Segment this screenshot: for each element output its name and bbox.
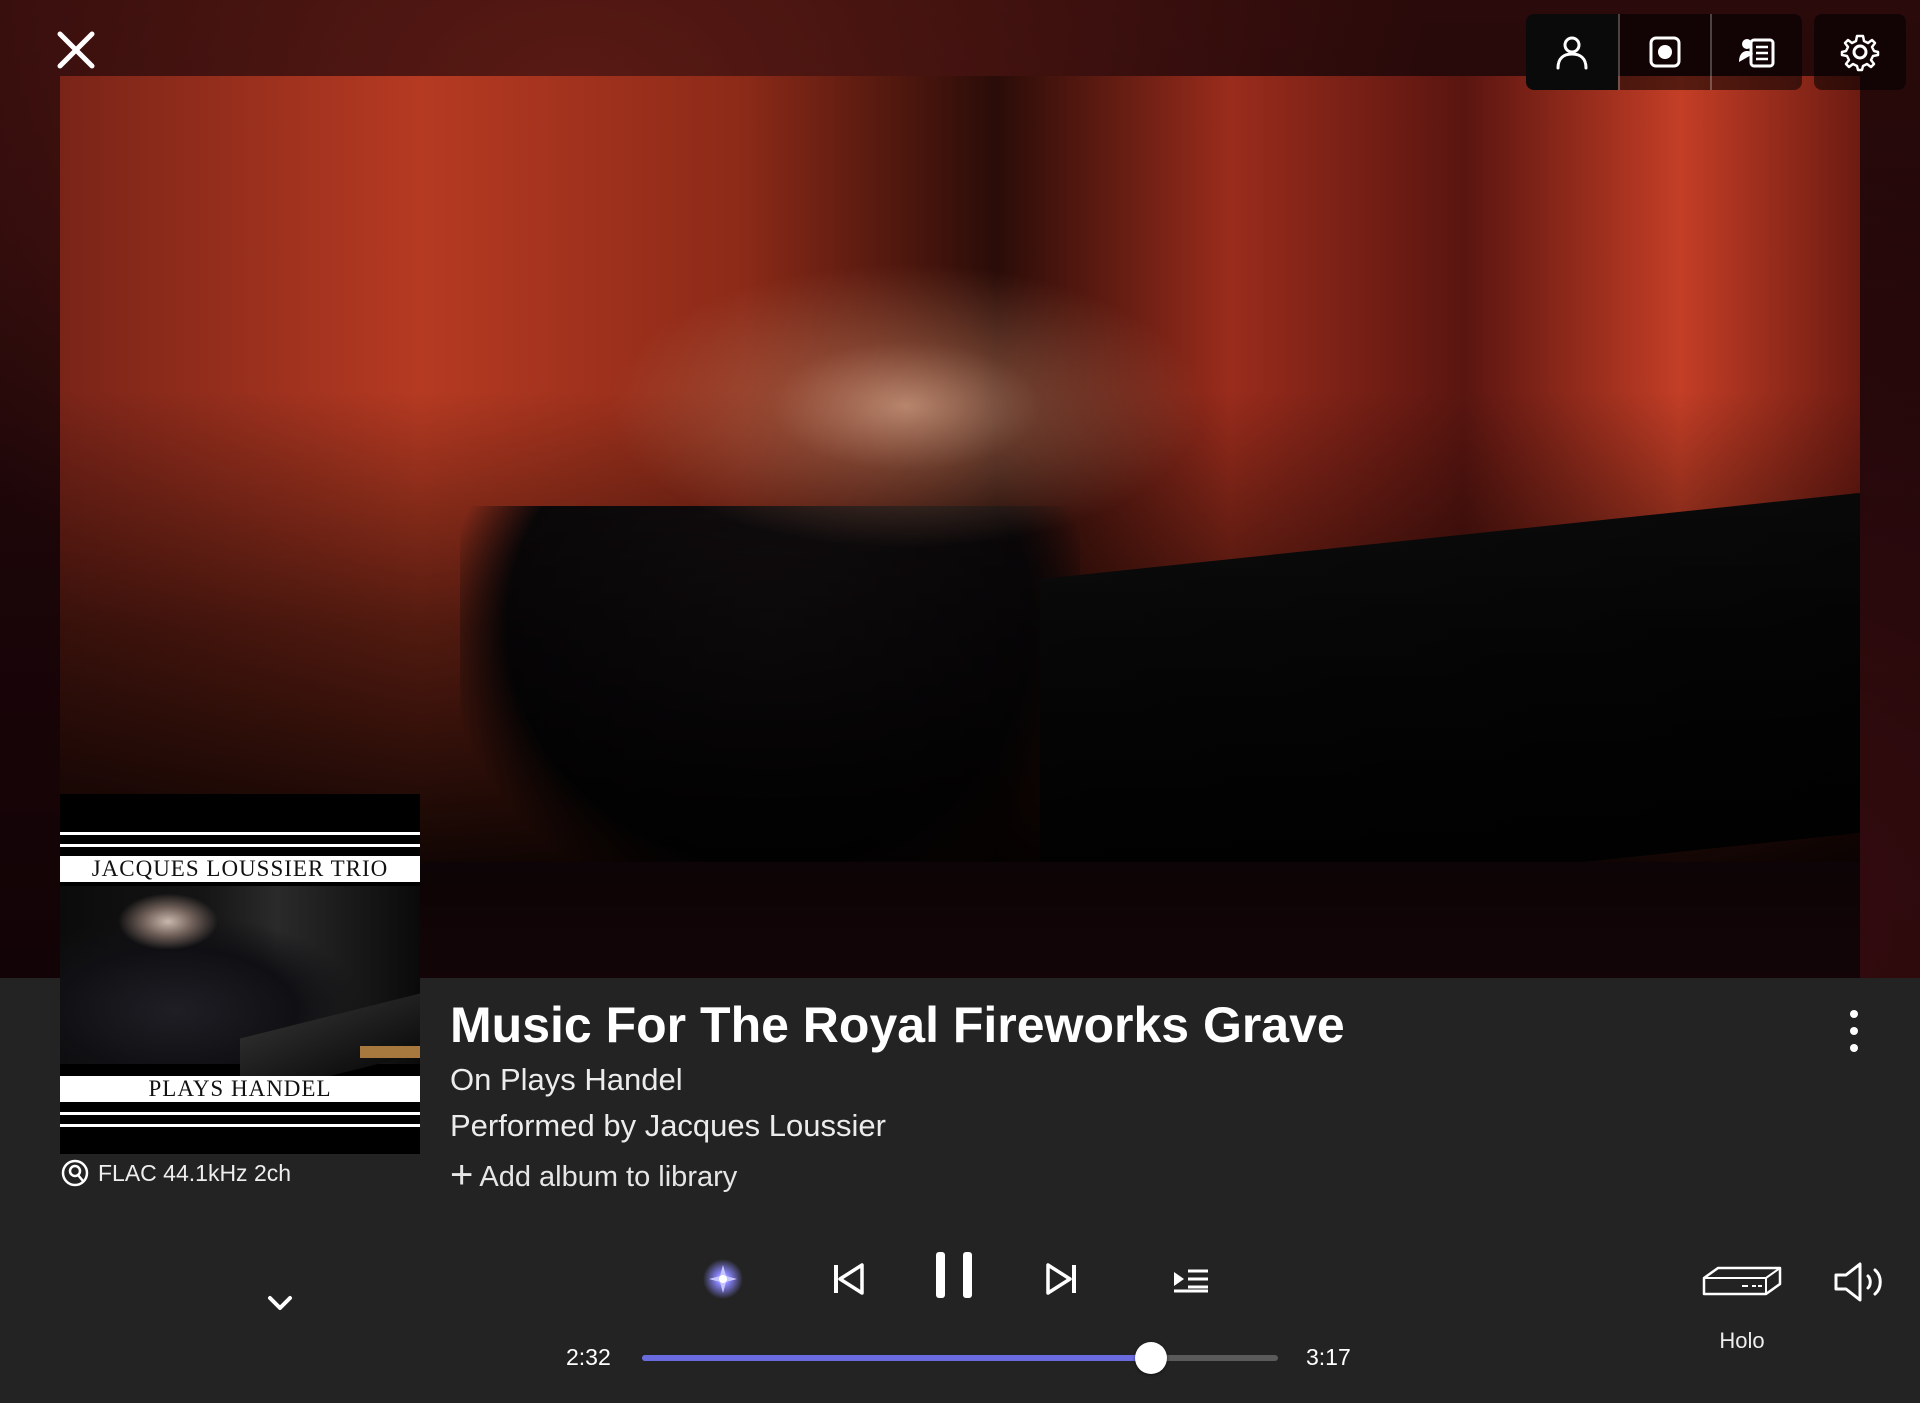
close-icon xyxy=(57,31,95,69)
credits-view-button[interactable] xyxy=(1710,14,1802,90)
album-art-photo xyxy=(60,886,420,1099)
queue-button[interactable] xyxy=(1166,1256,1216,1302)
volume-icon xyxy=(1834,1262,1882,1302)
seek-bar[interactable] xyxy=(642,1342,1278,1374)
more-options-button[interactable] xyxy=(1836,1008,1872,1054)
art-stripe xyxy=(60,1124,420,1127)
settings-icon xyxy=(1840,34,1880,72)
art-stripe xyxy=(60,1112,420,1115)
seek-bar-progress xyxy=(642,1355,1151,1361)
skip-previous-icon xyxy=(834,1263,864,1295)
elapsed-time: 2:32 xyxy=(566,1344,611,1370)
skip-next-icon xyxy=(1046,1263,1076,1295)
album-art-top-text: JACQUES LOUSSIER TRIO xyxy=(60,856,420,882)
album-art-bottom-text: PLAYS HANDEL xyxy=(60,1076,420,1102)
chevron-down-icon xyxy=(268,1296,292,1310)
photo-lighting xyxy=(60,76,1860,862)
album-link[interactable]: On Plays Handel xyxy=(450,1062,683,1098)
album-art[interactable]: JACQUES LOUSSIER TRIO PLAYS HANDEL xyxy=(60,794,420,1154)
add-album-to-library-button[interactable]: + Add album to library xyxy=(450,1153,738,1197)
radio-button[interactable] xyxy=(698,1254,748,1304)
zone-name: Holo xyxy=(1719,1328,1765,1353)
album-view-button[interactable] xyxy=(1618,14,1710,90)
play-pause-button[interactable] xyxy=(928,1246,980,1304)
art-stripe xyxy=(60,832,420,835)
artist-view-button[interactable] xyxy=(1526,14,1618,90)
audio-device-icon xyxy=(1702,1266,1782,1296)
seek-handle[interactable] xyxy=(1134,1342,1167,1374)
previous-track-button[interactable] xyxy=(824,1254,874,1304)
settings-button[interactable] xyxy=(1814,14,1906,90)
track-title: Music For The Royal Fireworks Grave xyxy=(450,997,1345,1053)
zone-selector-button[interactable] xyxy=(1700,1262,1784,1302)
lyrics-credits-icon xyxy=(1739,38,1775,68)
collapse-button[interactable] xyxy=(262,1290,298,1318)
volume-button[interactable] xyxy=(1832,1258,1890,1306)
pause-icon xyxy=(936,1252,972,1298)
signal-path-icon xyxy=(61,1159,89,1187)
album-art-wood xyxy=(360,1046,420,1058)
art-stripe xyxy=(60,844,420,847)
more-dot xyxy=(1850,1027,1858,1035)
next-track-button[interactable] xyxy=(1036,1254,1086,1304)
close-button[interactable] xyxy=(50,24,102,76)
add-album-label: Add album to library xyxy=(479,1160,738,1193)
artist-view-icon xyxy=(1556,36,1588,70)
more-dot xyxy=(1850,1044,1858,1052)
plus-icon: + xyxy=(450,1153,474,1197)
sparkle-radio-icon xyxy=(703,1259,743,1299)
audio-format-info[interactable]: FLAC 44.1kHz 2ch xyxy=(60,1158,291,1188)
total-time: 3:17 xyxy=(1306,1344,1351,1370)
more-dot xyxy=(1850,1010,1858,1018)
view-toolbar xyxy=(1526,14,1906,90)
album-view-icon xyxy=(1649,36,1681,68)
queue-icon xyxy=(1174,1269,1208,1293)
artist-photo xyxy=(60,76,1860,862)
artist-link[interactable]: Performed by Jacques Loussier xyxy=(450,1108,886,1144)
format-label: FLAC 44.1kHz 2ch xyxy=(98,1159,292,1186)
